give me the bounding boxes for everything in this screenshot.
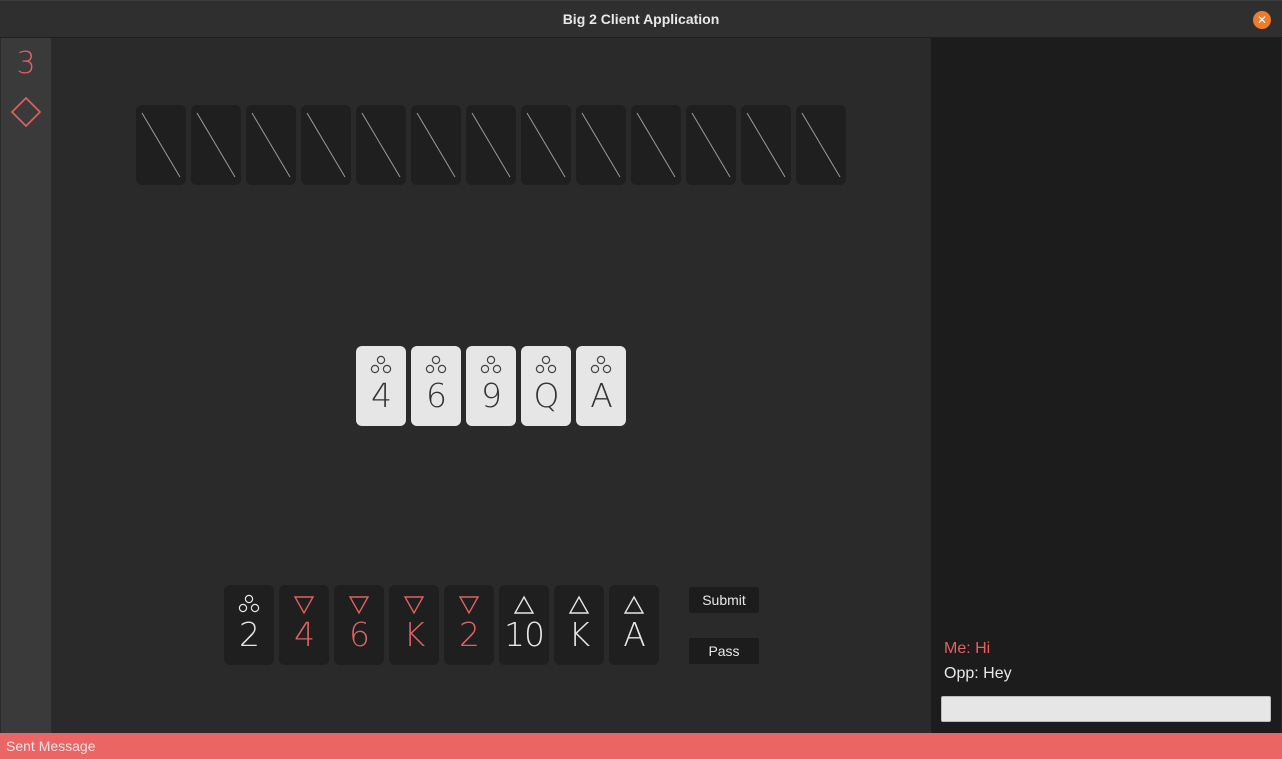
card-rank: K xyxy=(403,615,426,654)
opponent-card-back xyxy=(356,105,406,185)
hand-card[interactable]: K xyxy=(554,585,604,665)
hearts-icon xyxy=(400,593,428,617)
chat-message-me: Me: Hi xyxy=(944,640,991,657)
hand-card[interactable]: 2 xyxy=(444,585,494,665)
hearts-icon xyxy=(455,593,483,617)
spades-icon xyxy=(565,593,593,617)
spades-icon xyxy=(620,593,648,617)
played-card: Q xyxy=(521,346,571,426)
opponent-card-back xyxy=(796,105,846,185)
opponent-card-back xyxy=(246,105,296,185)
hand-card[interactable]: A xyxy=(609,585,659,665)
clubs-icon xyxy=(422,354,450,378)
played-card: 4 xyxy=(356,346,406,426)
window-title: Big 2 Client Application xyxy=(562,11,720,27)
opponent-card-back xyxy=(686,105,736,185)
clubs-icon xyxy=(532,354,560,378)
card-rank: 2 xyxy=(239,615,260,654)
opponent-card-back xyxy=(576,105,626,185)
opponent-card-back xyxy=(466,105,516,185)
card-rank: A xyxy=(623,615,646,654)
card-rank: 6 xyxy=(426,376,447,415)
played-card: 6 xyxy=(411,346,461,426)
hand-card[interactable]: 2 xyxy=(224,585,274,665)
played-card: A xyxy=(576,346,626,426)
chat-input[interactable] xyxy=(941,696,1271,722)
status-text: Sent Message xyxy=(6,738,96,754)
opponent-card-back xyxy=(136,105,186,185)
chat-panel: Me: Hi Opp: Hey xyxy=(931,38,1281,733)
card-rank: A xyxy=(590,376,613,415)
turn-sidebar: 3 xyxy=(1,38,51,733)
card-rank: 9 xyxy=(481,376,502,415)
card-rank: 4 xyxy=(294,615,315,654)
submit-button[interactable]: Submit xyxy=(689,587,759,613)
card-rank: 4 xyxy=(371,376,392,415)
hand-card[interactable]: 4 xyxy=(279,585,329,665)
hearts-icon xyxy=(290,593,318,617)
title-bar: Big 2 Client Application ✕ xyxy=(0,0,1282,38)
opponent-card-back xyxy=(301,105,351,185)
hand-card[interactable]: 10 xyxy=(499,585,549,665)
opponent-card-back xyxy=(631,105,681,185)
played-card: 9 xyxy=(466,346,516,426)
game-table: 469QA 2 4 6 K 2 10 K A Submit Pass xyxy=(51,38,931,733)
opponent-card-back xyxy=(411,105,461,185)
hearts-icon xyxy=(345,593,373,617)
card-rank: 6 xyxy=(349,615,370,654)
card-rank: 2 xyxy=(459,615,480,654)
opponent-card-back xyxy=(191,105,241,185)
card-rank: Q xyxy=(533,376,560,415)
clubs-icon xyxy=(235,593,263,617)
opponent-card-back xyxy=(741,105,791,185)
diamond-icon xyxy=(10,96,42,128)
hand-card[interactable]: K xyxy=(389,585,439,665)
close-icon[interactable]: ✕ xyxy=(1253,11,1271,29)
turn-count: 3 xyxy=(16,46,36,81)
card-rank: 10 xyxy=(504,615,545,654)
card-rank: K xyxy=(568,615,591,654)
clubs-icon xyxy=(477,354,505,378)
hand-card[interactable]: 6 xyxy=(334,585,384,665)
spades-icon xyxy=(510,593,538,617)
chat-message-opponent: Opp: Hey xyxy=(944,665,1012,682)
opponent-card-back xyxy=(521,105,571,185)
clubs-icon xyxy=(587,354,615,378)
status-bar: Sent Message xyxy=(0,733,1282,759)
pass-button[interactable]: Pass xyxy=(689,638,759,664)
clubs-icon xyxy=(367,354,395,378)
